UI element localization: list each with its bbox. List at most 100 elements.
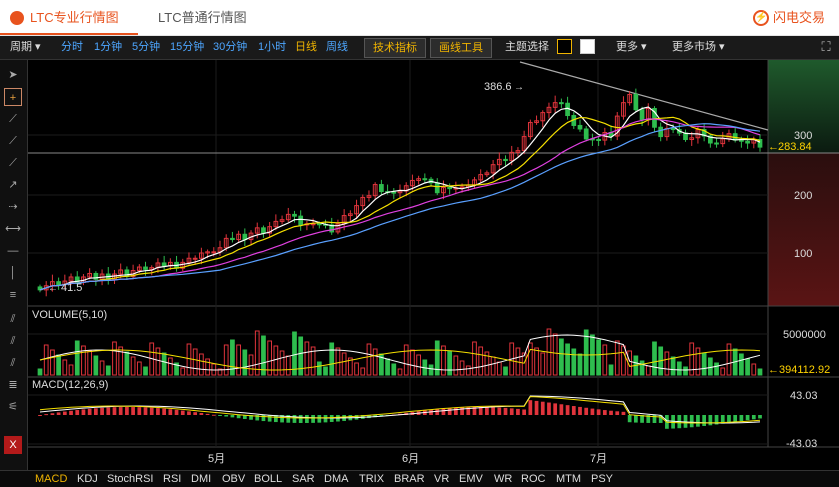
volume-bar — [155, 347, 161, 376]
candle-body — [577, 124, 583, 130]
macd-bar — [298, 415, 303, 423]
volume-bar — [745, 358, 750, 376]
more-menu[interactable]: 更多 ▾ — [616, 36, 647, 59]
macd-bar — [87, 408, 92, 415]
ray-icon[interactable]: ⟋ — [4, 154, 22, 172]
horizontal-ray-icon[interactable]: ⇢ — [4, 198, 22, 216]
theme-light-swatch[interactable] — [580, 39, 595, 54]
line-icon[interactable]: ⟋ — [4, 132, 22, 150]
indicator-psy[interactable]: PSY — [591, 471, 613, 487]
volume-bar — [714, 362, 719, 376]
indicator-kdj[interactable]: KDJ — [77, 471, 98, 487]
volume-bar — [62, 359, 68, 376]
high-price-arrow: → — [514, 82, 524, 93]
price-tick-200: 200 — [794, 190, 812, 202]
indicator-trix[interactable]: TRIX — [359, 471, 384, 487]
volume-bar — [99, 360, 105, 376]
arrow-line-icon[interactable]: ↗ — [4, 176, 22, 194]
period-30min[interactable]: 30分钟 — [213, 36, 247, 59]
cursor-icon[interactable]: ➤ — [4, 66, 22, 84]
indicator-dma[interactable]: DMA — [324, 471, 348, 487]
volume-bar — [316, 361, 322, 376]
clear-drawings-icon[interactable]: X — [4, 436, 22, 454]
macd-bar — [211, 414, 216, 416]
indicator-sar[interactable]: SAR — [292, 471, 315, 487]
volume-bar — [50, 349, 55, 376]
indicator-brar[interactable]: BRAR — [394, 471, 425, 487]
indicator-wr[interactable]: WR — [494, 471, 512, 487]
volume-bar — [37, 368, 43, 376]
volume-bar — [205, 358, 210, 376]
indicator-roc[interactable]: ROC — [521, 471, 545, 487]
period-1hour[interactable]: 1小时 — [258, 36, 286, 59]
period-label[interactable]: 周期 ▾ — [10, 36, 41, 59]
volume-bar — [105, 365, 111, 376]
indicator-mtm[interactable]: MTM — [556, 471, 581, 487]
volume-bar — [223, 344, 229, 376]
tab-normal-chart[interactable]: LTC普通行情图 — [158, 0, 247, 35]
volume-bar — [751, 363, 757, 376]
macd-bar — [528, 400, 533, 415]
tab-pro-chart[interactable]: LTC专业行情图 — [0, 0, 138, 35]
macd-bar — [81, 409, 86, 415]
macd-bar — [50, 413, 55, 415]
indicator-macd[interactable]: MACD — [35, 471, 67, 487]
macd-bar — [311, 415, 315, 423]
bi-parallel-icon[interactable]: ⫽ — [4, 354, 22, 372]
horizontal-segment-icon[interactable]: ⟷ — [4, 220, 22, 238]
period-5min[interactable]: 5分钟 — [132, 36, 160, 59]
tech-indicator-button[interactable]: 技术指标 — [364, 38, 426, 58]
segment-icon[interactable]: ⟋ — [4, 110, 22, 128]
macd-bar — [168, 409, 173, 415]
macd-bar — [683, 415, 688, 428]
volume-bar — [490, 356, 496, 376]
tri-parallel-icon[interactable]: ⫽ — [4, 332, 22, 350]
draw-tool-button[interactable]: 画线工具 — [430, 38, 492, 58]
indicator-bar: MACD KDJ StochRSI RSI DMI OBV BOLL SAR D… — [0, 470, 839, 487]
macd-bar — [534, 400, 539, 415]
period-1min[interactable]: 1分钟 — [94, 36, 122, 59]
current-price-label: 283.84 — [778, 141, 812, 153]
kline-chart[interactable]: 300 200 100 ← 283.84 386.6 → ← 41.5 VOLU… — [28, 60, 839, 470]
volume-bar — [459, 360, 465, 376]
theme-dark-swatch[interactable] — [557, 39, 572, 54]
macd-bar — [56, 412, 61, 415]
macd-bar — [236, 415, 241, 419]
period-15min[interactable]: 15分钟 — [170, 36, 204, 59]
macd-bar — [745, 415, 750, 421]
volume-bar — [329, 342, 335, 376]
flash-trade-link[interactable]: ⚡ 闪电交易 — [752, 0, 825, 35]
chart-area[interactable]: 300 200 100 ← 283.84 386.6 → ← 41.5 VOLU… — [28, 60, 839, 470]
fib-retracement-icon[interactable]: ≣ — [4, 376, 22, 394]
period-daily[interactable]: 日线 — [295, 36, 317, 59]
fib-fan-icon[interactable]: ⚟ — [4, 398, 22, 416]
volume-bar — [540, 352, 546, 376]
indicator-boll[interactable]: BOLL — [254, 471, 282, 487]
volume-bar — [639, 360, 645, 376]
macd-bar — [447, 408, 452, 415]
volume-bar — [180, 367, 186, 376]
indicator-stochrsi[interactable]: StochRSI — [107, 471, 153, 487]
parallel-channel-icon[interactable]: ⫽ — [4, 310, 22, 328]
indicator-dmi[interactable]: DMI — [191, 471, 211, 487]
period-timeshare[interactable]: 分时 — [61, 36, 83, 59]
indicator-rsi[interactable]: RSI — [163, 471, 181, 487]
indicator-vr[interactable]: VR — [434, 471, 449, 487]
fullscreen-icon[interactable]: ⛶ — [817, 38, 835, 56]
volume-bar — [74, 340, 80, 376]
low-price-label: 41.5 — [61, 282, 82, 294]
macd-bar — [509, 408, 514, 415]
period-weekly[interactable]: 周线 — [326, 36, 348, 59]
indicator-obv[interactable]: OBV — [222, 471, 245, 487]
volume-bar — [279, 350, 285, 376]
crosshair-icon[interactable]: + — [4, 88, 22, 106]
volume-bar — [465, 365, 471, 376]
volume-bar — [285, 355, 291, 376]
vertical-line-icon[interactable]: │ — [4, 264, 22, 282]
more-markets-menu[interactable]: 更多市场 ▾ — [672, 36, 725, 59]
horizontal-line-icon[interactable]: — — [4, 242, 22, 260]
macd-bar — [491, 407, 495, 415]
indicator-emv[interactable]: EMV — [459, 471, 483, 487]
price-line-icon[interactable]: ≡ — [4, 286, 22, 304]
candle-body — [379, 184, 384, 193]
